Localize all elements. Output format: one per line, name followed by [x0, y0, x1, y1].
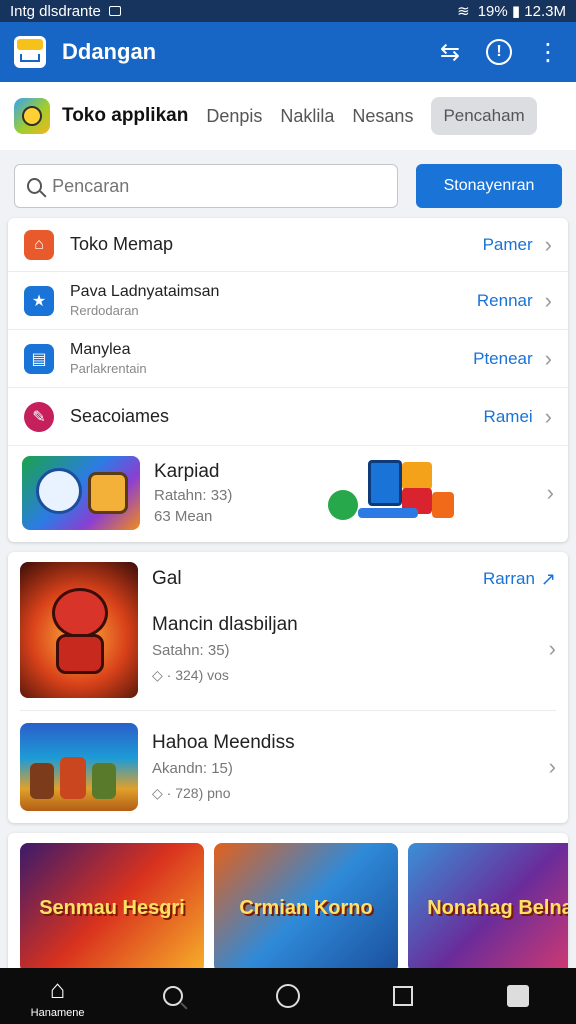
- more-vert-icon[interactable]: ⋮: [534, 38, 562, 67]
- bottom-navigation: ⌂ Hanamene: [0, 968, 576, 1024]
- game-thumbnail: [20, 562, 138, 698]
- featured-app-row[interactable]: Karpiad Ratahn: 33) 63 Mean ›: [8, 446, 568, 542]
- category-tabs: Toko applikan Denpis Naklila Nesans Penc…: [0, 82, 576, 150]
- game-item[interactable]: Gal Rarran ↗ Mancin dlasbiljan Satahn: 3…: [20, 562, 556, 711]
- games-card: Gal Rarran ↗ Mancin dlasbiljan Satahn: 3…: [8, 552, 568, 823]
- game-title: Hahoa Meendiss: [152, 732, 295, 753]
- menu-card: ⌂ Toko Memap Pamer › ★ Pava Ladnyataimsa…: [8, 218, 568, 542]
- menu-item-subtitle: Rerdodaran: [70, 303, 139, 318]
- tab-toko-applikan[interactable]: Toko applikan: [62, 105, 188, 127]
- menu-item-toko-memap[interactable]: ⌂ Toko Memap Pamer ›: [8, 218, 568, 272]
- menu-item-pava[interactable]: ★ Pava Ladnyataimsan Rerdodaran Rennar ›: [8, 272, 568, 330]
- wifi-icon: ≋: [457, 3, 470, 20]
- chevron-right-icon: ›: [544, 231, 552, 257]
- run-icon: ★: [24, 285, 54, 316]
- chevron-right-icon: ›: [544, 403, 552, 429]
- game-item[interactable]: Hahoa Meendiss Akandn: 15) ◇ · 728) pno …: [20, 711, 556, 823]
- home-circle-icon: [275, 984, 300, 1008]
- menu-item-action[interactable]: Ramei: [484, 407, 533, 427]
- menu-item-action[interactable]: Pamer: [483, 235, 533, 255]
- info-icon[interactable]: !: [486, 39, 512, 65]
- game-subtitle: Satahn: 35): [152, 642, 230, 659]
- menu-item-action[interactable]: Rennar: [477, 291, 533, 311]
- download-icon: ◇: [152, 785, 163, 801]
- chevron-right-icon: ›: [544, 287, 552, 313]
- chevron-up-icon: ↗: [540, 568, 556, 589]
- menu-item-subtitle: Parlakrentain: [70, 361, 147, 376]
- recents-square-icon: [393, 986, 414, 1006]
- section-action[interactable]: Rarran: [483, 569, 535, 589]
- menu-item-manylea[interactable]: ▤ Manylea Parlakrentain Ptenear ›: [8, 330, 568, 388]
- shop-bag-icon: ⌂: [24, 229, 54, 260]
- layout-icon: ▤: [24, 343, 54, 374]
- nav-back[interactable]: [478, 985, 558, 1007]
- menu-item-seacoiames[interactable]: ✎ Seacoiames Ramei ›: [8, 388, 568, 446]
- status-text: Intg dlsdrante: [10, 2, 101, 20]
- home-icon: ⌂: [49, 973, 66, 1004]
- tab-nesans[interactable]: Nesans: [352, 106, 413, 127]
- game-stat: · 324) vos: [166, 667, 229, 683]
- notification-icon: [108, 6, 121, 16]
- featured-app-thumbnail: [22, 456, 140, 530]
- nav-home-label: Hanamene: [30, 1006, 85, 1019]
- app-logo-icon: [14, 36, 46, 68]
- nav-search[interactable]: [133, 986, 213, 1006]
- search-input[interactable]: [52, 175, 385, 197]
- search-icon: [162, 986, 183, 1006]
- nav-home[interactable]: ⌂ Hanamene: [18, 974, 98, 1019]
- status-bar: Intg dlsdrante ≋ 19% ▮ 12.3M: [0, 0, 576, 22]
- back-icon: [507, 985, 530, 1007]
- menu-item-title: Pava Ladnyataimsan: [70, 283, 220, 300]
- tab-pencaham[interactable]: Pencaham: [431, 97, 537, 135]
- strip-game-tile[interactable]: Nonahag Belna: [408, 843, 568, 973]
- section-title: Gal: [152, 568, 182, 589]
- menu-item-title: Toko Memap: [70, 234, 174, 254]
- blocks-illustration: [328, 460, 458, 530]
- strip-game-tile[interactable]: Crmian Korno: [214, 843, 398, 973]
- menu-item-action[interactable]: Ptenear: [473, 349, 533, 369]
- chevron-right-icon: ›: [548, 754, 556, 779]
- game-stat: · 728) pno: [166, 785, 231, 801]
- chevron-right-icon: ›: [546, 480, 554, 505]
- download-icon: ◇: [152, 667, 163, 683]
- store-icon: [14, 98, 50, 134]
- game-thumbnail: [20, 723, 138, 811]
- strip-game-tile[interactable]: Senmau Hesgri: [20, 843, 204, 973]
- chevron-right-icon: ›: [548, 636, 556, 661]
- game-title: Mancin dlasbiljan: [152, 614, 298, 635]
- app-title: Ddangan: [62, 39, 157, 64]
- game-subtitle: Akandn: 15): [152, 760, 233, 777]
- tab-denpis[interactable]: Denpis: [206, 106, 262, 127]
- search-icon: [27, 178, 43, 194]
- game-controller-icon: ✎: [24, 401, 54, 432]
- search-box[interactable]: [14, 164, 398, 208]
- tab-naklila[interactable]: Naklila: [280, 106, 334, 127]
- share-icon[interactable]: ⇆: [436, 38, 464, 67]
- chevron-right-icon: ›: [544, 345, 552, 371]
- app-bar: Ddangan ⇆ ! ⋮: [0, 22, 576, 82]
- nav-circle[interactable]: [248, 984, 328, 1008]
- nav-square[interactable]: [363, 986, 443, 1006]
- battery-status: 19% ▮ 12.3M: [477, 3, 566, 20]
- menu-item-title: Manylea: [70, 341, 131, 358]
- search-row: Stonayenran: [0, 150, 576, 218]
- menu-item-title: Seacoiames: [70, 406, 170, 426]
- search-button[interactable]: Stonayenran: [416, 164, 562, 208]
